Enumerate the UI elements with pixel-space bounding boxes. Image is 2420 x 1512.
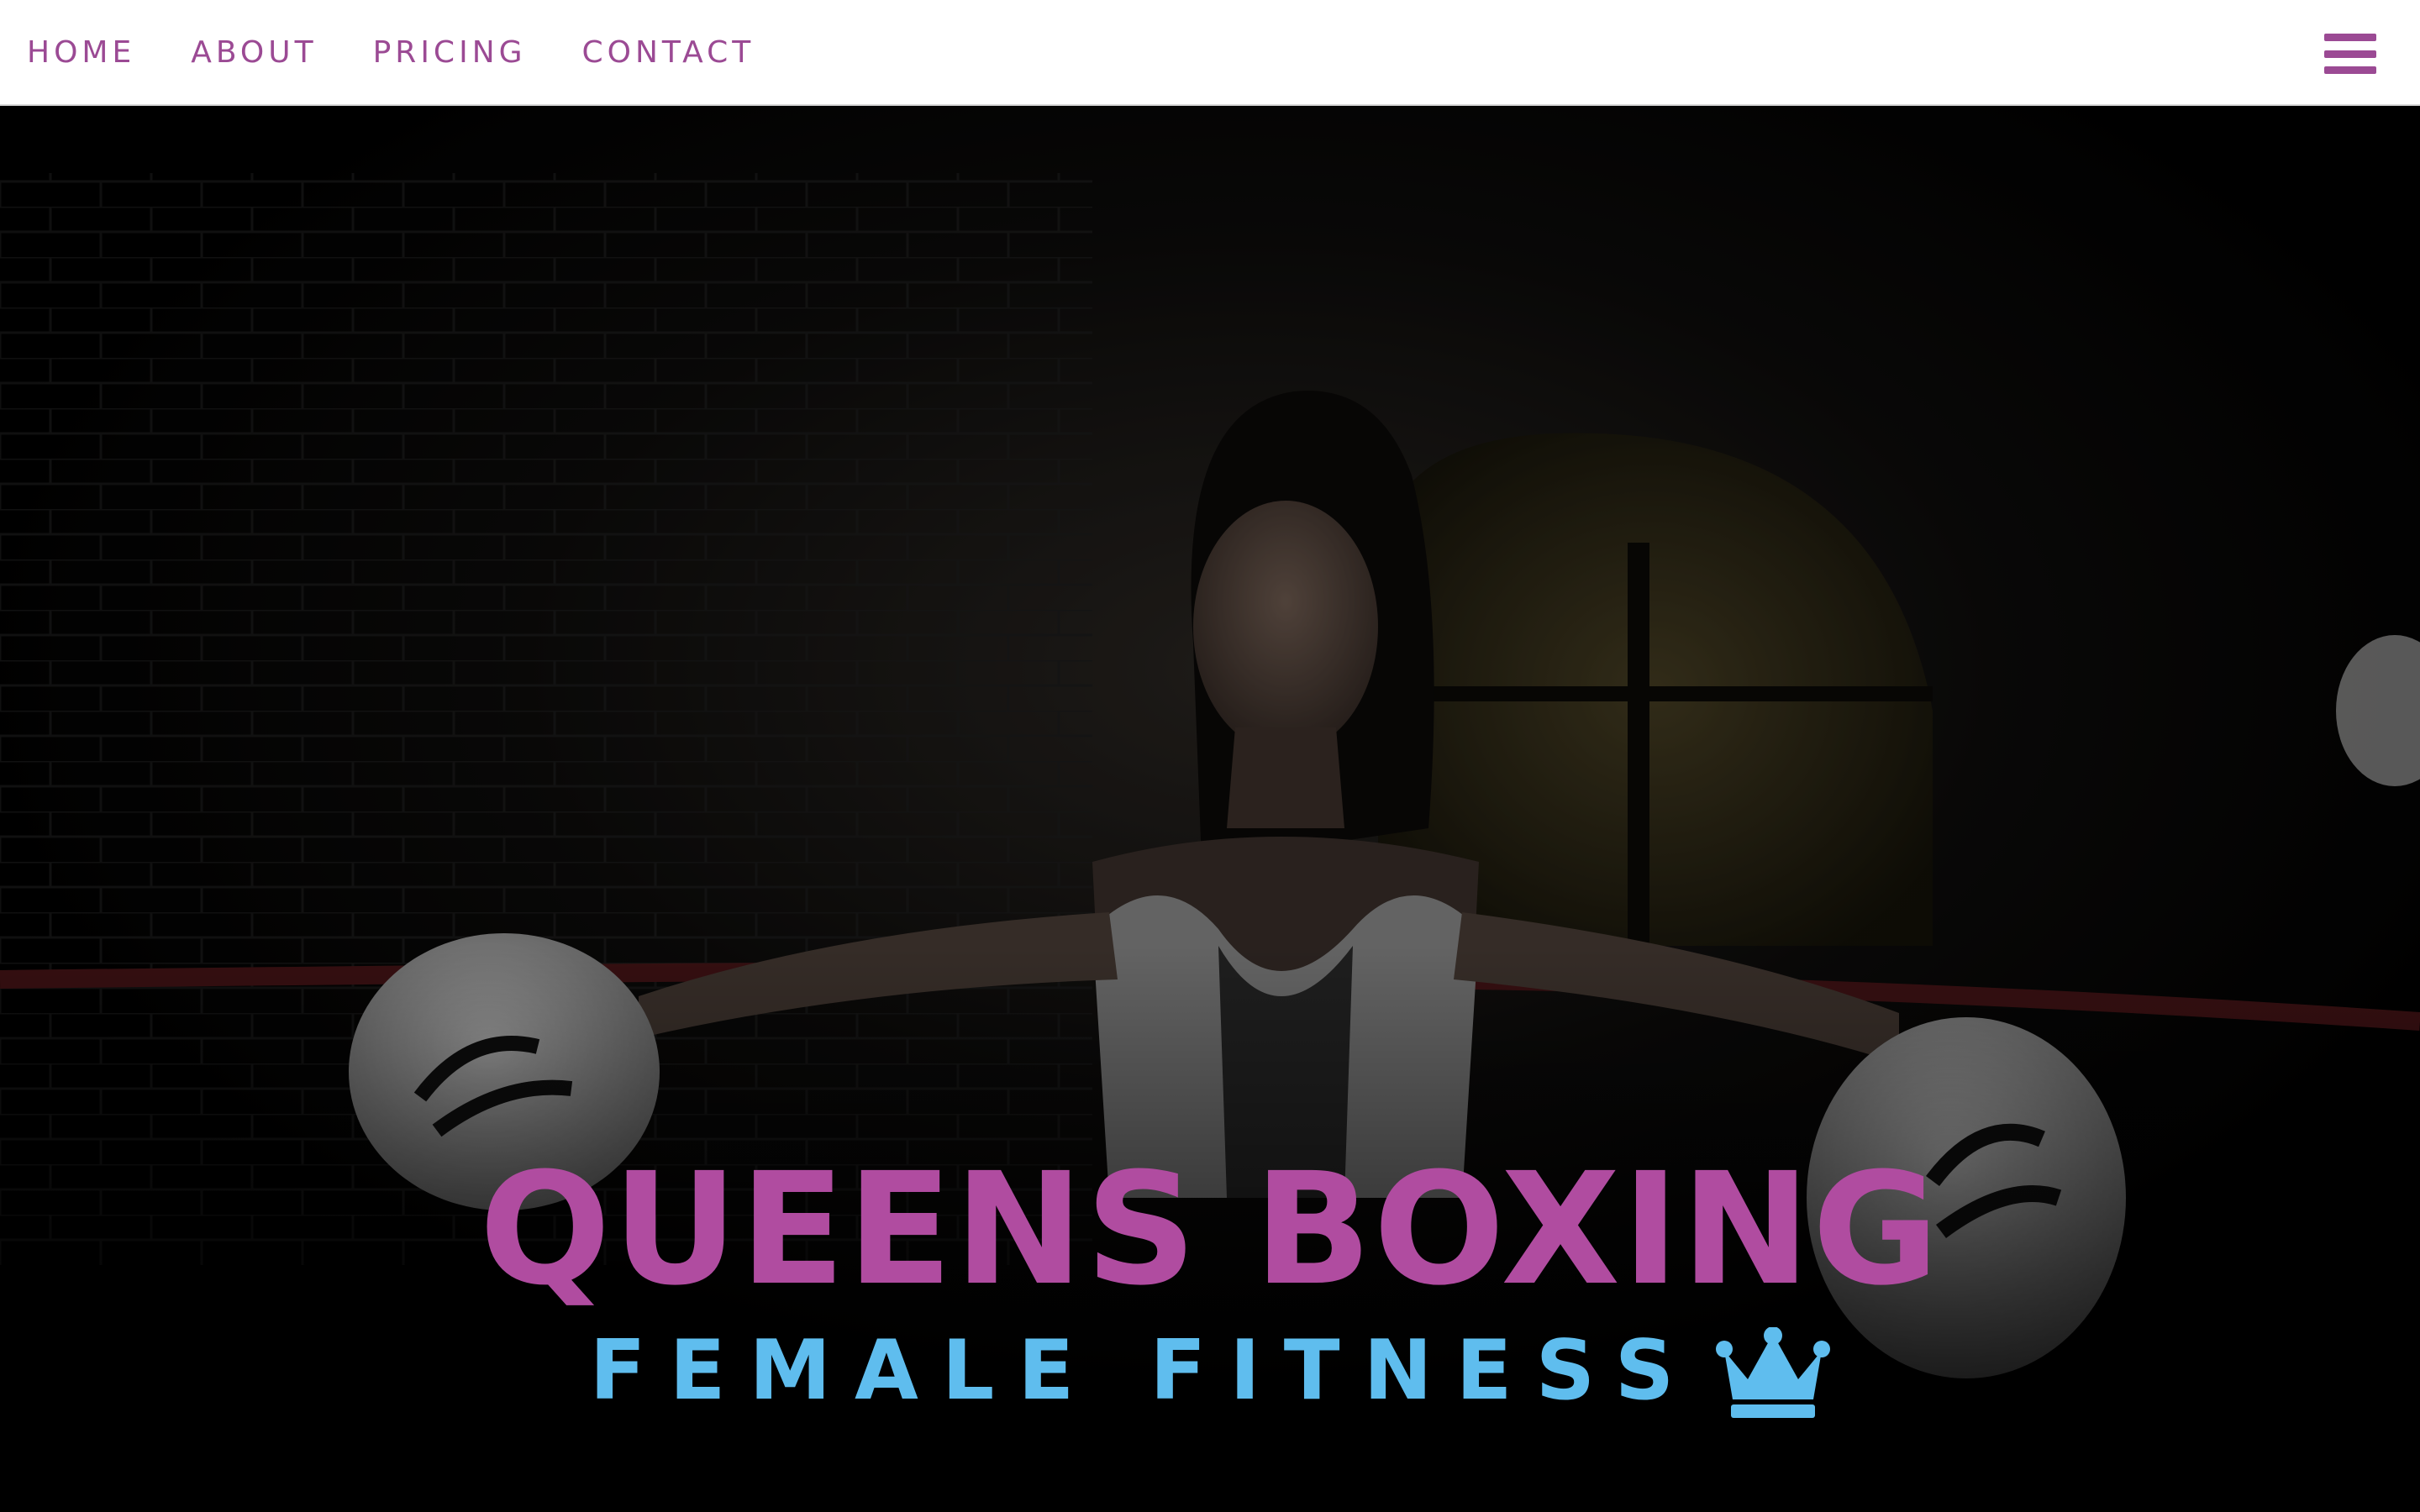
nav-links: HOME ABOUT PRICING CONTACT xyxy=(0,35,810,70)
hamburger-bar xyxy=(2324,50,2376,58)
crown-icon xyxy=(1716,1327,1831,1418)
hero-title: QUEENS BOXING xyxy=(479,1140,1941,1320)
hero-subtitle-text: FEMALE FITNESS xyxy=(589,1323,1698,1419)
top-navbar: HOME ABOUT PRICING CONTACT xyxy=(0,0,2420,106)
hamburger-bar xyxy=(2324,34,2376,41)
nav-home-link[interactable]: HOME xyxy=(27,35,135,70)
hero-subtitle: FEMALE FITNESS xyxy=(0,1322,2420,1420)
hamburger-menu-icon[interactable] xyxy=(2324,34,2376,74)
nav-about-link[interactable]: ABOUT xyxy=(191,35,317,70)
nav-contact-link[interactable]: CONTACT xyxy=(582,35,755,70)
nav-pricing-link[interactable]: PRICING xyxy=(373,35,527,70)
hero-section: QUEENS BOXING FEMALE FITNESS xyxy=(0,106,2420,1512)
hamburger-bar xyxy=(2324,66,2376,74)
